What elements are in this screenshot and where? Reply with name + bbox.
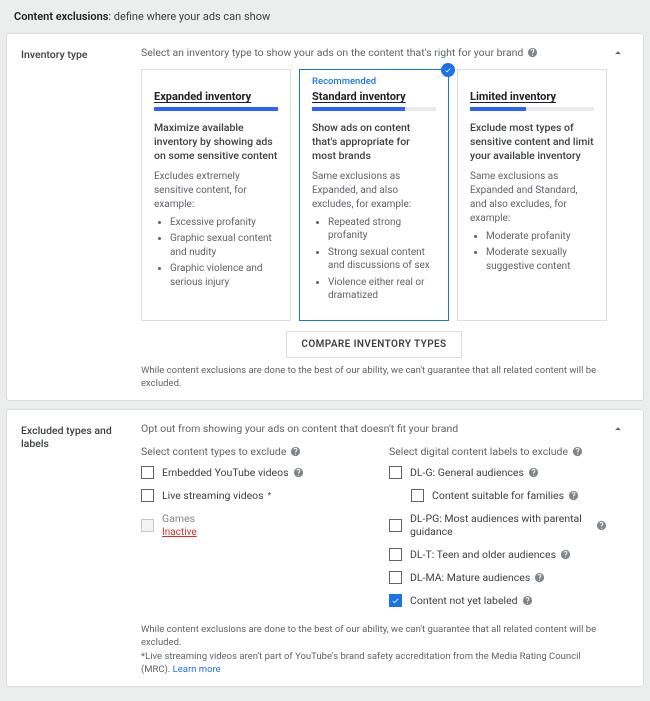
inventory-section: Inventory type Select an inventory type … xyxy=(6,33,644,401)
learn-more-link[interactable]: Learn more xyxy=(173,664,221,675)
inactive-link[interactable]: Inactive xyxy=(162,526,197,539)
content-labels-header: Select digital content labels to exclude xyxy=(389,445,607,458)
inventory-card-desc: Exclude most types of sensitive content … xyxy=(470,121,594,164)
inventory-card-sub: Same exclusions as Expanded and Standard… xyxy=(470,170,594,226)
option-label: GamesInactive xyxy=(162,512,197,539)
page-desc: : define where your ads can show xyxy=(108,10,270,23)
content-label-option[interactable]: DL-T: Teen and older audiences xyxy=(389,548,607,561)
option-label: DL-PG: Most audiences with parental guid… xyxy=(410,512,607,538)
help-icon[interactable] xyxy=(293,467,304,478)
chevron-up-icon xyxy=(611,46,625,60)
inventory-disclaimer: While content exclusions are done to the… xyxy=(141,364,607,391)
inventory-bar xyxy=(312,107,436,111)
inventory-card-desc: Maximize available inventory by showing … xyxy=(154,121,278,164)
content-label-option[interactable]: DL-PG: Most audiences with parental guid… xyxy=(389,512,607,538)
collapse-excluded-button[interactable] xyxy=(607,422,629,436)
inventory-hint: Select an inventory type to show your ad… xyxy=(141,46,607,59)
option-label: DL-G: General audiences xyxy=(410,466,539,479)
chevron-up-icon xyxy=(611,422,625,436)
content-label-option[interactable]: DL-MA: Mature audiences xyxy=(389,571,607,584)
inventory-card-title: Expanded inventory xyxy=(154,90,278,103)
help-icon[interactable] xyxy=(290,446,301,457)
content-label-option[interactable]: DL-G: General audiences xyxy=(389,466,607,479)
content-label-option[interactable]: Content suitable for families xyxy=(411,489,607,502)
checkbox[interactable] xyxy=(389,548,402,561)
help-icon[interactable] xyxy=(527,47,538,58)
checkbox xyxy=(141,519,154,532)
help-icon[interactable] xyxy=(534,572,545,583)
inventory-card-sub: Same exclusions as Expanded, and also ex… xyxy=(312,170,436,212)
checkbox[interactable] xyxy=(389,466,402,479)
inventory-card-bullets: Moderate profanityModerate sexually sugg… xyxy=(470,230,594,274)
inventory-options: Expanded inventory Maximize available inv… xyxy=(141,69,607,321)
help-icon[interactable] xyxy=(528,467,539,478)
checkbox[interactable] xyxy=(389,519,402,532)
help-icon[interactable] xyxy=(560,549,571,560)
help-icon[interactable] xyxy=(596,520,607,531)
content-types-column: Select content types to exclude Embedded… xyxy=(141,445,359,617)
collapse-inventory-button[interactable] xyxy=(607,46,629,60)
inventory-card-title: Limited inventory xyxy=(470,90,594,103)
inventory-card-1[interactable]: Recommended Standard inventory Show ads on… xyxy=(299,69,449,321)
recommended-badge: Recommended xyxy=(312,76,376,87)
content-label-option[interactable]: Content not yet labeled xyxy=(389,594,607,607)
content-type-option[interactable]: Embedded YouTube videos xyxy=(141,466,359,479)
compare-inventory-button[interactable]: COMPARE INVENTORY TYPES xyxy=(286,331,461,358)
selected-check-icon xyxy=(441,63,455,77)
inventory-card-2[interactable]: Limited inventory Exclude most types of s… xyxy=(457,69,607,321)
content-labels-column: Select digital content labels to exclude… xyxy=(389,445,607,617)
option-label: DL-T: Teen and older audiences xyxy=(410,548,571,561)
content-type-option: GamesInactive xyxy=(141,512,359,539)
option-label: Live streaming videos* xyxy=(162,489,271,502)
inventory-card-title: Standard inventory xyxy=(312,90,436,103)
content-type-option[interactable]: Live streaming videos* xyxy=(141,489,359,502)
inventory-bar xyxy=(154,107,278,111)
inventory-card-bullets: Excessive profanityGraphic sexual conten… xyxy=(154,216,278,290)
checkbox[interactable] xyxy=(141,489,154,502)
option-label: Content suitable for families xyxy=(432,489,579,502)
help-icon[interactable] xyxy=(572,446,583,457)
option-label: Content not yet labeled xyxy=(410,594,533,607)
excluded-hint: Opt out from showing your ads on content… xyxy=(141,422,607,435)
excluded-section: Excluded types and labels Opt out from s… xyxy=(6,409,644,687)
checkbox[interactable] xyxy=(389,571,402,584)
inventory-label: Inventory type xyxy=(21,46,141,61)
option-label: DL-MA: Mature audiences xyxy=(410,571,545,584)
help-icon[interactable] xyxy=(568,490,579,501)
page-header: Content exclusions: define where your ad… xyxy=(6,6,644,29)
checkbox[interactable] xyxy=(389,594,402,607)
checkbox[interactable] xyxy=(411,489,424,502)
excluded-label: Excluded types and labels xyxy=(21,422,141,450)
inventory-card-bullets: Repeated strong profanityStrong sexual c… xyxy=(312,216,436,303)
inventory-card-desc: Show ads on content that's appropriate f… xyxy=(312,121,436,164)
option-label: Embedded YouTube videos xyxy=(162,466,304,479)
excluded-disclaimer: While content exclusions are done to the… xyxy=(141,623,607,676)
inventory-card-0[interactable]: Expanded inventory Maximize available inv… xyxy=(141,69,291,321)
content-types-header: Select content types to exclude xyxy=(141,445,359,458)
help-icon[interactable] xyxy=(522,595,533,606)
inventory-card-sub: Excludes extremely sensitive content, fo… xyxy=(154,170,278,212)
inventory-bar xyxy=(470,107,594,111)
page-title: Content exclusions xyxy=(14,10,108,23)
checkbox[interactable] xyxy=(141,466,154,479)
